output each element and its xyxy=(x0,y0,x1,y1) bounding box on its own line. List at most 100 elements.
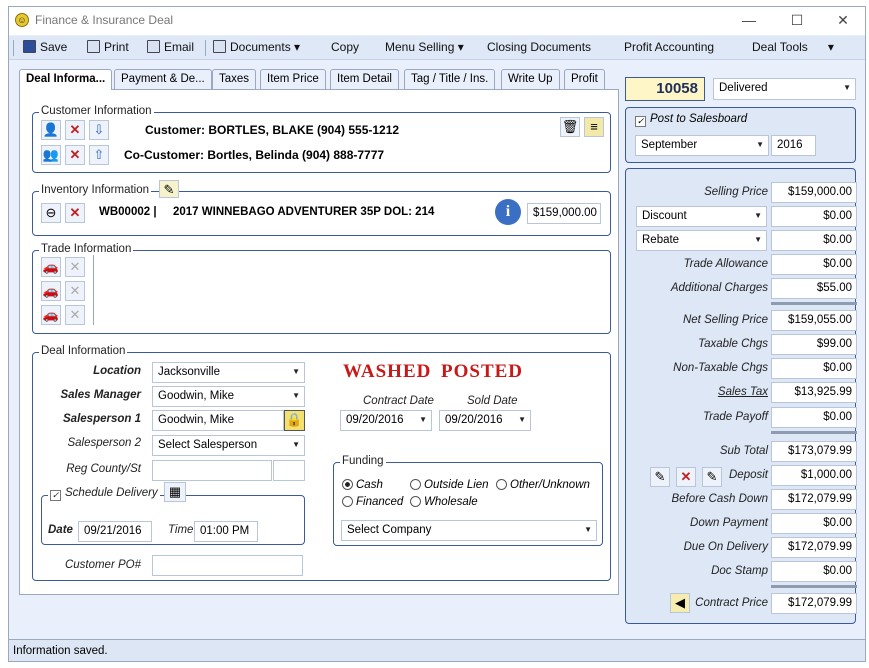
funding-financed-radio[interactable]: Financed xyxy=(342,496,403,508)
rebate-select[interactable]: Rebate xyxy=(636,230,767,251)
selling-price-value: $159,000.00 xyxy=(771,182,857,203)
location-select[interactable]: Jacksonville xyxy=(152,362,305,383)
remove-inventory-icon[interactable]: ✕ xyxy=(65,203,85,223)
funding-outside-lien-radio[interactable]: Outside Lien xyxy=(410,479,489,491)
info-icon[interactable]: i xyxy=(495,199,521,225)
funding-other-unknown-radio[interactable]: Other/Unknown xyxy=(496,479,590,491)
additional-charges-value: $55.00 xyxy=(771,278,857,299)
arrow-left-icon[interactable]: ◀ xyxy=(670,593,690,613)
maximize-button[interactable]: ☐ xyxy=(783,11,811,29)
sold-date-select[interactable]: 09/20/2016 xyxy=(439,410,531,431)
calendar-icon[interactable]: ▦ xyxy=(164,482,186,502)
delivery-date-field[interactable]: 09/21/2016 xyxy=(78,521,152,542)
tab-tag-title-ins[interactable]: Tag / Title / Ins. xyxy=(404,69,496,89)
radio-icon xyxy=(410,479,421,490)
trade-section-label: Trade Information xyxy=(39,243,134,255)
doc-stamp-label: Doc Stamp xyxy=(711,565,768,577)
deal-status-select[interactable]: Delivered xyxy=(713,78,856,100)
reg-county-field[interactable] xyxy=(152,460,272,481)
delivery-date-label: Date xyxy=(48,524,73,536)
minimize-button[interactable]: — xyxy=(735,11,763,29)
trade-3-car-icon[interactable]: 🚗 xyxy=(41,305,61,325)
deal-tools-menu[interactable]: Deal Tools ▾ xyxy=(752,40,834,54)
profit-accounting-button[interactable]: Profit Accounting xyxy=(624,40,714,54)
checkbox-checked-icon: ✓ xyxy=(50,490,61,501)
deposit-add-icon[interactable]: ✎ xyxy=(650,467,670,487)
print-label: Print xyxy=(104,40,129,54)
trade-2-remove-icon[interactable]: ✕ xyxy=(65,281,85,301)
net-selling-price-value: $159,055.00 xyxy=(771,310,857,331)
notes-icon[interactable]: ≡ xyxy=(584,117,604,137)
taxable-chgs-label: Taxable Chgs xyxy=(698,338,768,350)
close-button[interactable]: ✕ xyxy=(829,11,857,29)
trade-divider xyxy=(93,255,94,325)
remove-co-customer-icon[interactable]: ✕ xyxy=(65,145,85,165)
arrow-down-icon[interactable]: ⇩ xyxy=(89,120,109,140)
arrow-up-icon[interactable]: ⇧ xyxy=(89,145,109,165)
trade-3-remove-icon[interactable]: ✕ xyxy=(65,305,85,325)
contract-date-select[interactable]: 09/20/2016 xyxy=(340,410,432,431)
customer-lookup-icon[interactable]: 👤 xyxy=(41,120,61,140)
sales-tax-link[interactable]: Sales Tax xyxy=(718,386,768,398)
due-on-delivery-value: $172,079.99 xyxy=(771,537,857,558)
trade-1-car-icon[interactable]: 🚗 xyxy=(41,257,61,277)
tab-profit[interactable]: Profit xyxy=(564,69,605,89)
closing-documents-button[interactable]: Closing Documents xyxy=(487,40,591,54)
salesperson2-select[interactable]: Select Salesperson xyxy=(152,435,305,456)
post-to-salesboard-checkbox[interactable]: ✓ Post to Salesboard xyxy=(635,113,747,127)
save-button[interactable]: Save xyxy=(23,40,67,54)
tab-payment-delivery[interactable]: Payment & De... xyxy=(114,69,212,89)
remove-customer-icon[interactable]: ✕ xyxy=(65,120,85,140)
salesperson1-field[interactable]: Goodwin, Mike xyxy=(152,410,284,431)
delivery-time-label: Time xyxy=(168,524,194,536)
inventory-notes-icon[interactable]: ✎ xyxy=(159,180,179,198)
funding-outside-lien-label: Outside Lien xyxy=(424,479,489,491)
trade-information-group: Trade Information 🚗 ✕ 🚗 ✕ 🚗 ✕ xyxy=(32,243,611,334)
schedule-delivery-checkbox[interactable]: ✓ Schedule Delivery xyxy=(48,487,160,501)
funding-wholesale-radio[interactable]: Wholesale xyxy=(410,496,478,508)
inventory-information-group: Inventory Information ✎ ⊖ ✕ WB00002 | 20… xyxy=(32,180,611,236)
print-icon xyxy=(87,40,100,53)
due-on-delivery-label: Due On Delivery xyxy=(683,541,768,553)
tab-write-up[interactable]: Write Up xyxy=(501,69,560,89)
delivery-time-field[interactable]: 01:00 PM xyxy=(194,521,258,542)
discount-value: $0.00 xyxy=(771,206,857,227)
co-customer-name: Co-Customer: Bortles, Belinda (904) 888-… xyxy=(124,148,385,162)
print-button[interactable]: Print xyxy=(87,40,129,54)
deposit-remove-icon[interactable]: ✕ xyxy=(676,467,696,487)
washed-stamp: WASHED xyxy=(343,361,432,382)
radio-selected-icon xyxy=(342,479,353,490)
salesboard-year-field[interactable]: 2016 xyxy=(771,135,816,156)
chevron-down-icon: ▾ xyxy=(457,40,464,54)
menu-selling-menu[interactable]: Menu Selling ▾ xyxy=(385,40,464,54)
email-button[interactable]: Email xyxy=(147,40,194,54)
trade-2-car-icon[interactable]: 🚗 xyxy=(41,281,61,301)
salesboard-month-select[interactable]: September xyxy=(635,135,769,156)
save-icon xyxy=(23,40,36,53)
steering-wheel-icon[interactable]: ⊖ xyxy=(41,203,61,223)
tab-deal-information[interactable]: Deal Informa... xyxy=(19,69,113,90)
window-title: Finance & Insurance Deal xyxy=(35,13,174,27)
lock-icon[interactable]: 🔒 xyxy=(284,410,305,431)
sales-manager-select[interactable]: Goodwin, Mike xyxy=(152,386,305,407)
deposit-edit-icon[interactable]: ✎ xyxy=(702,467,722,487)
tab-item-detail[interactable]: Item Detail xyxy=(330,69,399,89)
funding-cash-radio[interactable]: Cash xyxy=(342,479,383,491)
reg-state-field[interactable] xyxy=(273,460,305,481)
menu-selling-label: Menu Selling xyxy=(385,40,455,54)
customer-po-field[interactable] xyxy=(152,555,303,576)
copy-button[interactable]: Copy xyxy=(331,40,359,54)
toolbar-grip xyxy=(13,40,14,56)
deal-information-group: Deal Information Location Jacksonville S… xyxy=(32,345,611,581)
co-customer-lookup-icon[interactable]: 👥 xyxy=(41,145,61,165)
discount-select[interactable]: Discount xyxy=(636,206,767,227)
customer-po-label: Customer PO# xyxy=(64,559,141,571)
documents-menu[interactable]: Documents ▾ xyxy=(213,40,300,54)
funding-company-select[interactable]: Select Company xyxy=(341,520,597,541)
trash-icon[interactable]: 🗑 xyxy=(560,117,580,137)
tab-taxes[interactable]: Taxes xyxy=(212,69,257,89)
trade-1-remove-icon[interactable]: ✕ xyxy=(65,257,85,277)
salesperson1-label: Salesperson 1 xyxy=(63,413,141,425)
tab-item-price[interactable]: Item Price xyxy=(260,69,326,89)
deal-number: 10058 xyxy=(625,77,705,101)
